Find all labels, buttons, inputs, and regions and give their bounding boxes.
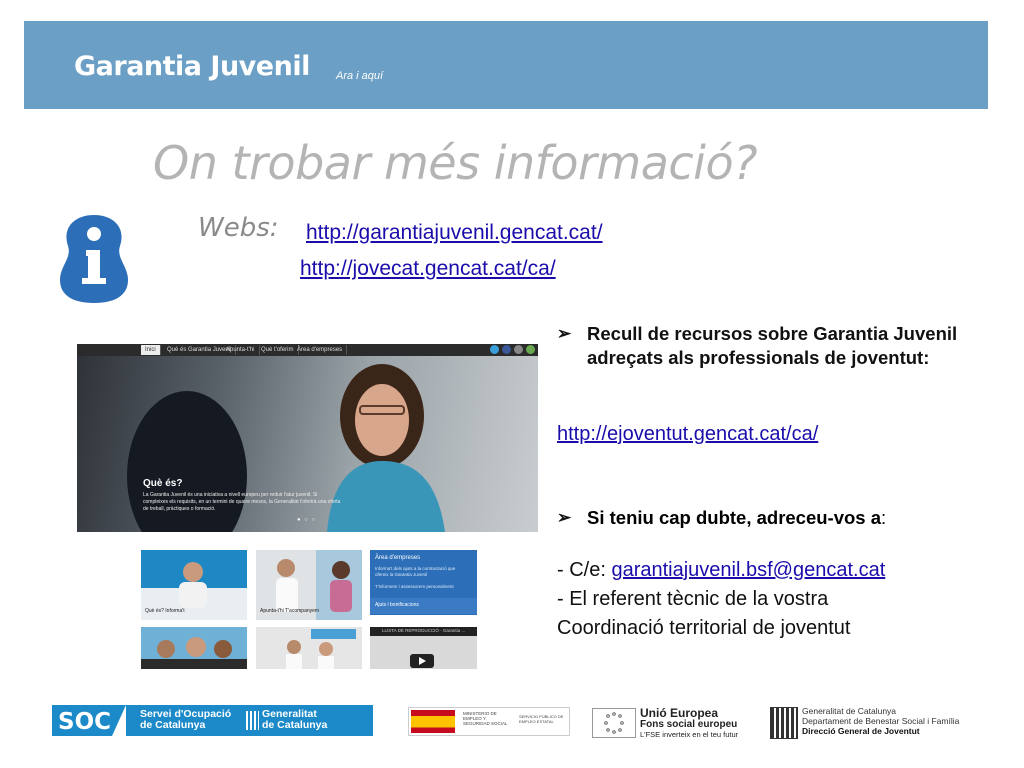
arrow-bullet-icon-2: ➢	[557, 508, 572, 527]
website-nav: Inici Què és Garantia Juvenil Apunta-t'h…	[77, 344, 538, 356]
website-text: La Garantia Juvenil és una iniciativa a …	[143, 492, 341, 512]
slide-title: On trobar més informació?	[153, 136, 758, 190]
nav-tab-empreses: Àrea d'empreses	[293, 345, 348, 355]
soc-logo: SOC Servei d'Ocupació de Catalunya Genera…	[52, 705, 373, 736]
info-icon	[60, 215, 128, 303]
contact-line3: Coordinació territorial de joventut	[557, 617, 851, 639]
ministry-logo: MINISTERIO DE EMPLEO Y SEGURIDAD SOCIAL …	[408, 707, 570, 736]
header-title: Garantia Juvenil	[74, 51, 310, 82]
facebook-icon	[502, 345, 511, 354]
video-bar: LLISTA DE REPRODUCCIÓ · Garantia ...	[370, 627, 477, 636]
gen-name-2: de Catalunya	[262, 719, 328, 731]
link-ejoventut[interactable]: http://ejoventut.gencat.cat/ca/	[557, 423, 818, 446]
mail-icon	[514, 345, 523, 354]
ajuts-panel: Ajuts i bonificacions	[370, 598, 477, 614]
bullet2-colon: :	[881, 507, 887, 528]
bullet-resources: ➢ Recull de recursos sobre Garantia Juven…	[557, 322, 997, 370]
website-screenshot: Inici Què és Garantia Juvenil Apunta-t'h…	[77, 344, 538, 532]
share-icon	[526, 345, 535, 354]
generalitat-icon	[246, 711, 259, 730]
contact-email-link[interactable]: garantiajuvenil.bsf@gencat.cat	[611, 559, 885, 581]
soc-slash	[112, 705, 126, 736]
video-bar-label: LLISTA DE REPRODUCCIÓ · Garantia ...	[382, 628, 466, 633]
ministry-name-2: SERVICIO PÚBLICO DE EMPLEO ESTATAL	[519, 714, 564, 724]
contact-line2: - El referent tècnic de la vostra	[557, 588, 829, 610]
gencat-line3: Direcció General de Joventut	[802, 726, 920, 736]
eu-logo: Unió Europea Fons social europeu L'FSE i…	[592, 706, 758, 739]
link-garantiajuvenil[interactable]: http://garantiajuvenil.gencat.cat/	[306, 221, 603, 245]
eu-name: Unió Europea	[640, 706, 719, 720]
arrow-bullet-icon: ➢	[557, 324, 572, 343]
ajuts-label: Ajuts i bonificacions	[375, 602, 419, 608]
webs-label: Webs:	[198, 213, 279, 243]
bullet-doubts: ➢ Si teniu cap dubte, adreceu-vos a:	[557, 506, 886, 530]
gencat-dept-logo: Generalitat de Catalunya Departament de …	[770, 705, 985, 739]
thumb-que-es: Què és? Informa't	[141, 550, 247, 620]
header-subtitle: Ara i aquí	[336, 70, 384, 82]
panel-title: Àrea d'empreses	[375, 555, 421, 561]
nav-tab-inici: Inici	[141, 345, 161, 355]
twitter-icon	[490, 345, 499, 354]
soc-acronym: SOC	[58, 709, 111, 735]
eu-motto: L'FSE inverteix en el teu futur	[640, 730, 739, 739]
contact-prefix: - C/e:	[557, 559, 612, 581]
panel-sub: T'informem i assessorem personalment	[375, 584, 454, 589]
video-player[interactable]: LLISTA DE REPRODUCCIÓ · Garantia ...	[370, 627, 477, 669]
header-banner: Garantia Juvenil Ara i aquí	[24, 21, 988, 109]
eu-fund: Fons social europeu	[640, 719, 738, 730]
eu-flag-icon	[592, 708, 636, 738]
website-heading: Què és?	[143, 478, 183, 489]
gencat-line1: Generalitat de Catalunya	[802, 706, 897, 716]
play-icon	[410, 654, 434, 668]
spain-flag-icon	[411, 710, 455, 733]
generalitat-bars-icon	[770, 707, 798, 739]
gencat-line2: Departament de Benestar Social i Família	[802, 716, 960, 726]
soc-name-2: de Catalunya	[140, 719, 206, 731]
link-jovecat[interactable]: http://jovecat.gencat.cat/ca/	[300, 257, 556, 281]
bullet1-text: Recull de recursos sobre Garantia Juveni…	[587, 323, 958, 368]
thumb-apunta: Apunta-t'hi T'acompanyem	[256, 550, 362, 620]
nav-tab-apunta: Apunta-t'hi	[222, 345, 260, 355]
carousel-dots: ● ○ ○	[297, 517, 317, 523]
thumb-que-es-label: Què és? Informa't	[145, 608, 185, 614]
panel-text: Informa't dels ajuts a la contractació q…	[375, 566, 456, 577]
ministry-name: MINISTERIO DE EMPLEO Y SEGURIDAD SOCIAL	[463, 711, 508, 726]
thumb-group	[141, 627, 247, 669]
thumb-apunta-label: Apunta-t'hi T'acompanyem	[260, 608, 319, 614]
bullet2-text: Si teniu cap dubte, adreceu-vos a	[587, 507, 882, 528]
contact-block: - C/e: garantiajuvenil.bsf@gencat.cat - …	[557, 556, 885, 643]
thumb-training	[256, 627, 362, 669]
